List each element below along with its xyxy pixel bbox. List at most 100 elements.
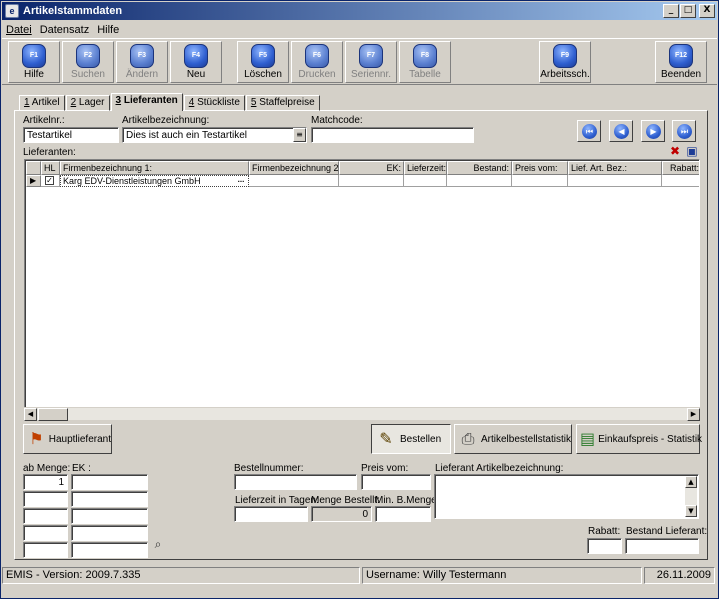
- einkaufspreis-statistik-button[interactable]: ▤ Einkaufspreis - Statistik: [576, 424, 703, 454]
- first-record-icon: ⏮: [582, 124, 597, 139]
- column-header-preis-vom[interactable]: Preis vom:: [512, 161, 568, 175]
- rabatt-field[interactable]: [587, 538, 622, 554]
- lieferant-artikelbezeichnung-field[interactable]: ▲ ▼: [434, 474, 699, 519]
- firma2-cell[interactable]: [249, 175, 339, 187]
- bestellnummer-field[interactable]: [234, 474, 357, 490]
- column-header-hl[interactable]: HL: [41, 161, 60, 175]
- tab-stueckliste[interactable]: 4 Stückliste: [183, 95, 245, 111]
- last-record-button[interactable]: ⏭: [672, 120, 696, 142]
- scroll-up-icon[interactable]: ▲: [685, 476, 697, 488]
- tab-lager[interactable]: 2 Lager: [65, 95, 110, 111]
- hauptlieferant-button[interactable]: ⚑ Hauptlieferant: [23, 424, 112, 454]
- grid-horizontal-scrollbar[interactable]: ◀ ▶: [24, 407, 700, 421]
- search-icon[interactable]: ⌕: [150, 536, 166, 552]
- f6-drucken-button[interactable]: F6 Drucken: [291, 41, 343, 83]
- menu-datei[interactable]: Datei: [2, 24, 36, 36]
- bestand-cell[interactable]: [447, 175, 512, 187]
- staffel-menge-field[interactable]: [23, 542, 68, 558]
- column-header-ek[interactable]: EK:: [339, 161, 404, 175]
- lieferant-artikelbezeichnung-label: Lieferant Artikelbezeichnung:: [435, 463, 564, 474]
- tab-lieferanten[interactable]: 3 Lieferanten: [110, 93, 183, 111]
- staffel-ek-field[interactable]: [71, 542, 148, 558]
- staffel-menge-field[interactable]: 1: [23, 474, 68, 490]
- f3-aendern-button[interactable]: F3 Ändern: [116, 41, 168, 83]
- f2-suchen-button[interactable]: F2 Suchen: [62, 41, 114, 83]
- f12-key-icon: F12: [669, 44, 693, 68]
- column-header-lief-art-bez[interactable]: Lief. Art. Bez.:: [568, 161, 662, 175]
- first-record-button[interactable]: ⏮: [577, 120, 601, 142]
- staffel-ek-field[interactable]: [71, 525, 148, 541]
- scroll-left-icon[interactable]: ◀: [24, 408, 37, 421]
- matchcode-field[interactable]: [311, 127, 474, 143]
- staffel-ek-field[interactable]: [71, 474, 148, 490]
- firma1-value: Karg EDV-Dienstleistungen GmbH: [63, 176, 201, 186]
- min-menge-field[interactable]: [375, 506, 431, 522]
- next-record-button[interactable]: ▶: [641, 120, 665, 142]
- hauptlieferant-checkbox[interactable]: ✓: [45, 176, 54, 185]
- menu-hilfe[interactable]: Hilfe: [93, 24, 123, 36]
- preis-vom-field[interactable]: [361, 474, 431, 490]
- toolbar-label: Beenden: [660, 69, 702, 80]
- lieferzeit-cell[interactable]: [404, 175, 447, 187]
- column-header-lieferzeit[interactable]: Lieferzeit:: [404, 161, 447, 175]
- rabatt-label: Rabatt:: [588, 526, 621, 537]
- previous-record-icon: ◀: [614, 124, 629, 139]
- toolbar-label: Hilfe: [23, 69, 44, 80]
- tab-label: Lieferanten: [121, 95, 178, 106]
- f8-tabelle-button[interactable]: F8 Tabelle: [399, 41, 451, 83]
- column-header-rabatt[interactable]: Rabatt:: [662, 161, 699, 175]
- title-bar[interactable]: e Artikelstammdaten _ □ X: [2, 2, 717, 20]
- column-header-firma1[interactable]: Firmenbezeichnung 1:: [60, 161, 249, 175]
- hl-checkbox-cell[interactable]: ✓: [41, 175, 60, 187]
- delete-row-icon[interactable]: ✖: [668, 144, 682, 158]
- artikelbestellstatistik-button[interactable]: ⎙ Artikelbestellstatistik: [454, 424, 572, 454]
- save-icon[interactable]: ▣: [685, 144, 699, 158]
- scroll-down-icon[interactable]: ▼: [685, 505, 697, 517]
- menu-datensatz[interactable]: Datensatz: [36, 24, 94, 36]
- close-button[interactable]: X: [699, 4, 715, 18]
- staffel-menge-field[interactable]: [23, 508, 68, 524]
- f9-arbeitssch-button[interactable]: F9 Arbeitssch.: [539, 41, 591, 83]
- f1-hilfe-button[interactable]: F1 Hilfe: [8, 41, 60, 83]
- f6-key-icon: F6: [305, 44, 329, 68]
- staffel-menge-field[interactable]: [23, 525, 68, 541]
- bestand-lieferant-field[interactable]: [625, 538, 699, 554]
- tab-label: Stückliste: [194, 97, 240, 108]
- f12-beenden-button[interactable]: F12 Beenden: [655, 41, 707, 83]
- staffel-ek-field[interactable]: [71, 491, 148, 507]
- rabatt-cell[interactable]: [662, 175, 699, 187]
- column-header-bestand[interactable]: Bestand:: [447, 161, 512, 175]
- tab-staffelpreise[interactable]: 5 Staffelpreise: [245, 95, 320, 111]
- bestellen-button[interactable]: ✎ Bestellen: [371, 424, 451, 454]
- lookup-ellipsis-button[interactable]: ...: [235, 176, 247, 186]
- column-header-firma2[interactable]: Firmenbezeichnung 2:: [249, 161, 339, 175]
- previous-record-button[interactable]: ◀: [609, 120, 633, 142]
- firma1-cell[interactable]: Karg EDV-Dienstleistungen GmbH ...: [60, 175, 249, 187]
- f7-seriennr-button[interactable]: F7 Seriennr.: [345, 41, 397, 83]
- lieferzeit-label: Lieferzeit in Tagen:: [235, 495, 319, 506]
- f5-loeschen-button[interactable]: F5 Löschen: [237, 41, 289, 83]
- minimize-button[interactable]: _: [663, 4, 679, 18]
- f4-neu-button[interactable]: F4 Neu: [170, 41, 222, 83]
- artikelbezeichnung-field[interactable]: Dies ist auch ein Testartikel: [122, 127, 307, 143]
- staffel-menge-field[interactable]: [23, 491, 68, 507]
- scroll-thumb[interactable]: [38, 408, 68, 421]
- row-indicator-header: [26, 161, 41, 175]
- preis-vom-cell[interactable]: [512, 175, 568, 187]
- lief-art-bez-cell[interactable]: [568, 175, 662, 187]
- ek-cell[interactable]: [339, 175, 404, 187]
- bestellen-icon: ✎: [379, 429, 393, 448]
- tab-artikel[interactable]: 1 Artikel: [19, 95, 65, 111]
- lieferzeit-field[interactable]: [234, 506, 308, 522]
- current-row-indicator-icon: ▶: [26, 175, 41, 187]
- bezeichnung-expand-icon[interactable]: ≡: [293, 128, 306, 142]
- textarea-scrollbar[interactable]: ▲ ▼: [685, 476, 697, 517]
- scroll-right-icon[interactable]: ▶: [687, 408, 700, 421]
- last-record-icon: ⏭: [677, 124, 692, 139]
- app-icon[interactable]: e: [5, 4, 19, 18]
- artikelnr-field[interactable]: Testartikel: [23, 127, 119, 143]
- maximize-button[interactable]: □: [680, 4, 696, 18]
- table-row[interactable]: ▶ ✓ Karg EDV-Dienstleistungen GmbH ...: [26, 175, 699, 187]
- staffel-ek-field[interactable]: [71, 508, 148, 524]
- einkaufspreis-statistik-label: Einkaufspreis - Statistik: [598, 433, 703, 445]
